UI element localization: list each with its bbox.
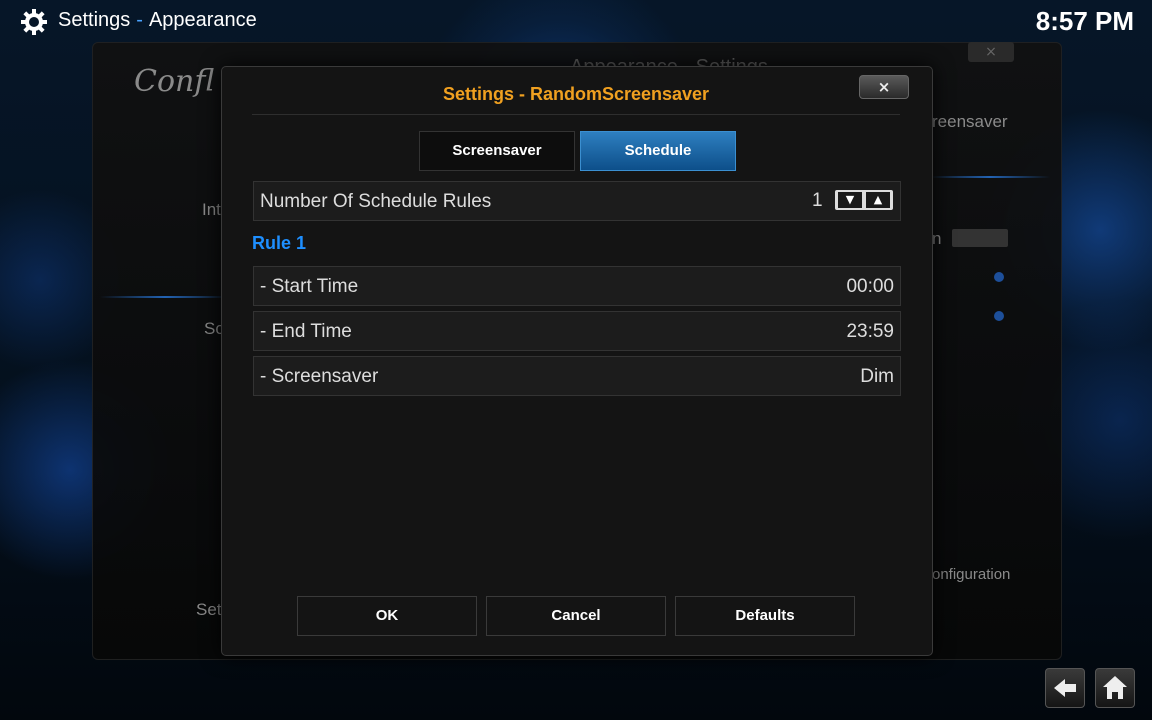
schedule-rules-spinner: ▼ ▲ <box>835 190 893 210</box>
dialog-title: Settings - RandomScreensaver <box>442 84 710 104</box>
home-icon <box>1103 676 1127 699</box>
background-radio-1 <box>994 272 1004 282</box>
background-highlight-line-right <box>930 176 1050 178</box>
background-close-icon[interactable]: × <box>968 42 1014 62</box>
title-divider <box>252 114 900 115</box>
end-time-value: 23:59 <box>846 321 894 342</box>
background-right-label-1: reensaver <box>932 112 1008 131</box>
background-item-3: Set <box>196 600 222 619</box>
back-arrow-icon <box>1054 679 1076 697</box>
start-time-label: - Start Time <box>260 276 359 297</box>
breadcrumb-separator: - <box>136 9 143 31</box>
screensaver-label: - Screensaver <box>260 366 379 387</box>
cancel-button[interactable]: Cancel <box>486 596 666 636</box>
end-time-label: - End Time <box>260 321 352 342</box>
rule-section-title: Rule 1 <box>252 233 307 253</box>
background-highlight-line <box>100 296 230 298</box>
schedule-rules-count-label: Number Of Schedule Rules <box>260 191 492 212</box>
tab-schedule[interactable]: Schedule <box>580 131 736 171</box>
background-item-1: Int <box>202 200 221 219</box>
breadcrumb-page: Appearance <box>148 9 257 31</box>
background-right-label-2: n <box>932 229 942 248</box>
background-radio-2 <box>994 311 1004 321</box>
start-time-row[interactable]: - Start Time 00:00 <box>253 266 901 306</box>
top-bar: Settings - Appearance 8:57 PM <box>0 0 1152 44</box>
ok-button[interactable]: OK <box>297 596 477 636</box>
start-time-value: 00:00 <box>846 276 894 297</box>
background-right-label-3: onfiguration <box>932 566 1011 583</box>
back-button[interactable] <box>1045 668 1085 708</box>
defaults-button[interactable]: Defaults <box>675 596 855 636</box>
screensaver-row[interactable]: - Screensaver Dim <box>253 356 901 396</box>
screensaver-value: Dim <box>860 366 894 387</box>
arrow-up-icon[interactable]: ▲ <box>866 192 890 208</box>
end-time-row[interactable]: - End Time 23:59 <box>253 311 901 351</box>
schedule-rules-count-row[interactable]: Number Of Schedule Rules <box>253 181 901 221</box>
clock: 8:57 PM <box>1035 6 1134 36</box>
breadcrumb: Settings - Appearance <box>58 9 257 32</box>
schedule-rules-count-value: 1 <box>812 190 823 211</box>
gear-icon <box>21 9 47 35</box>
close-button[interactable]: × <box>859 75 909 99</box>
close-icon: × <box>877 78 891 96</box>
breadcrumb-section: Settings <box>58 9 131 31</box>
arrow-down-icon[interactable]: ▼ <box>838 192 862 208</box>
background-spinner <box>952 229 1008 247</box>
tab-screensaver[interactable]: Screensaver <box>419 131 575 171</box>
home-button[interactable] <box>1095 668 1135 708</box>
